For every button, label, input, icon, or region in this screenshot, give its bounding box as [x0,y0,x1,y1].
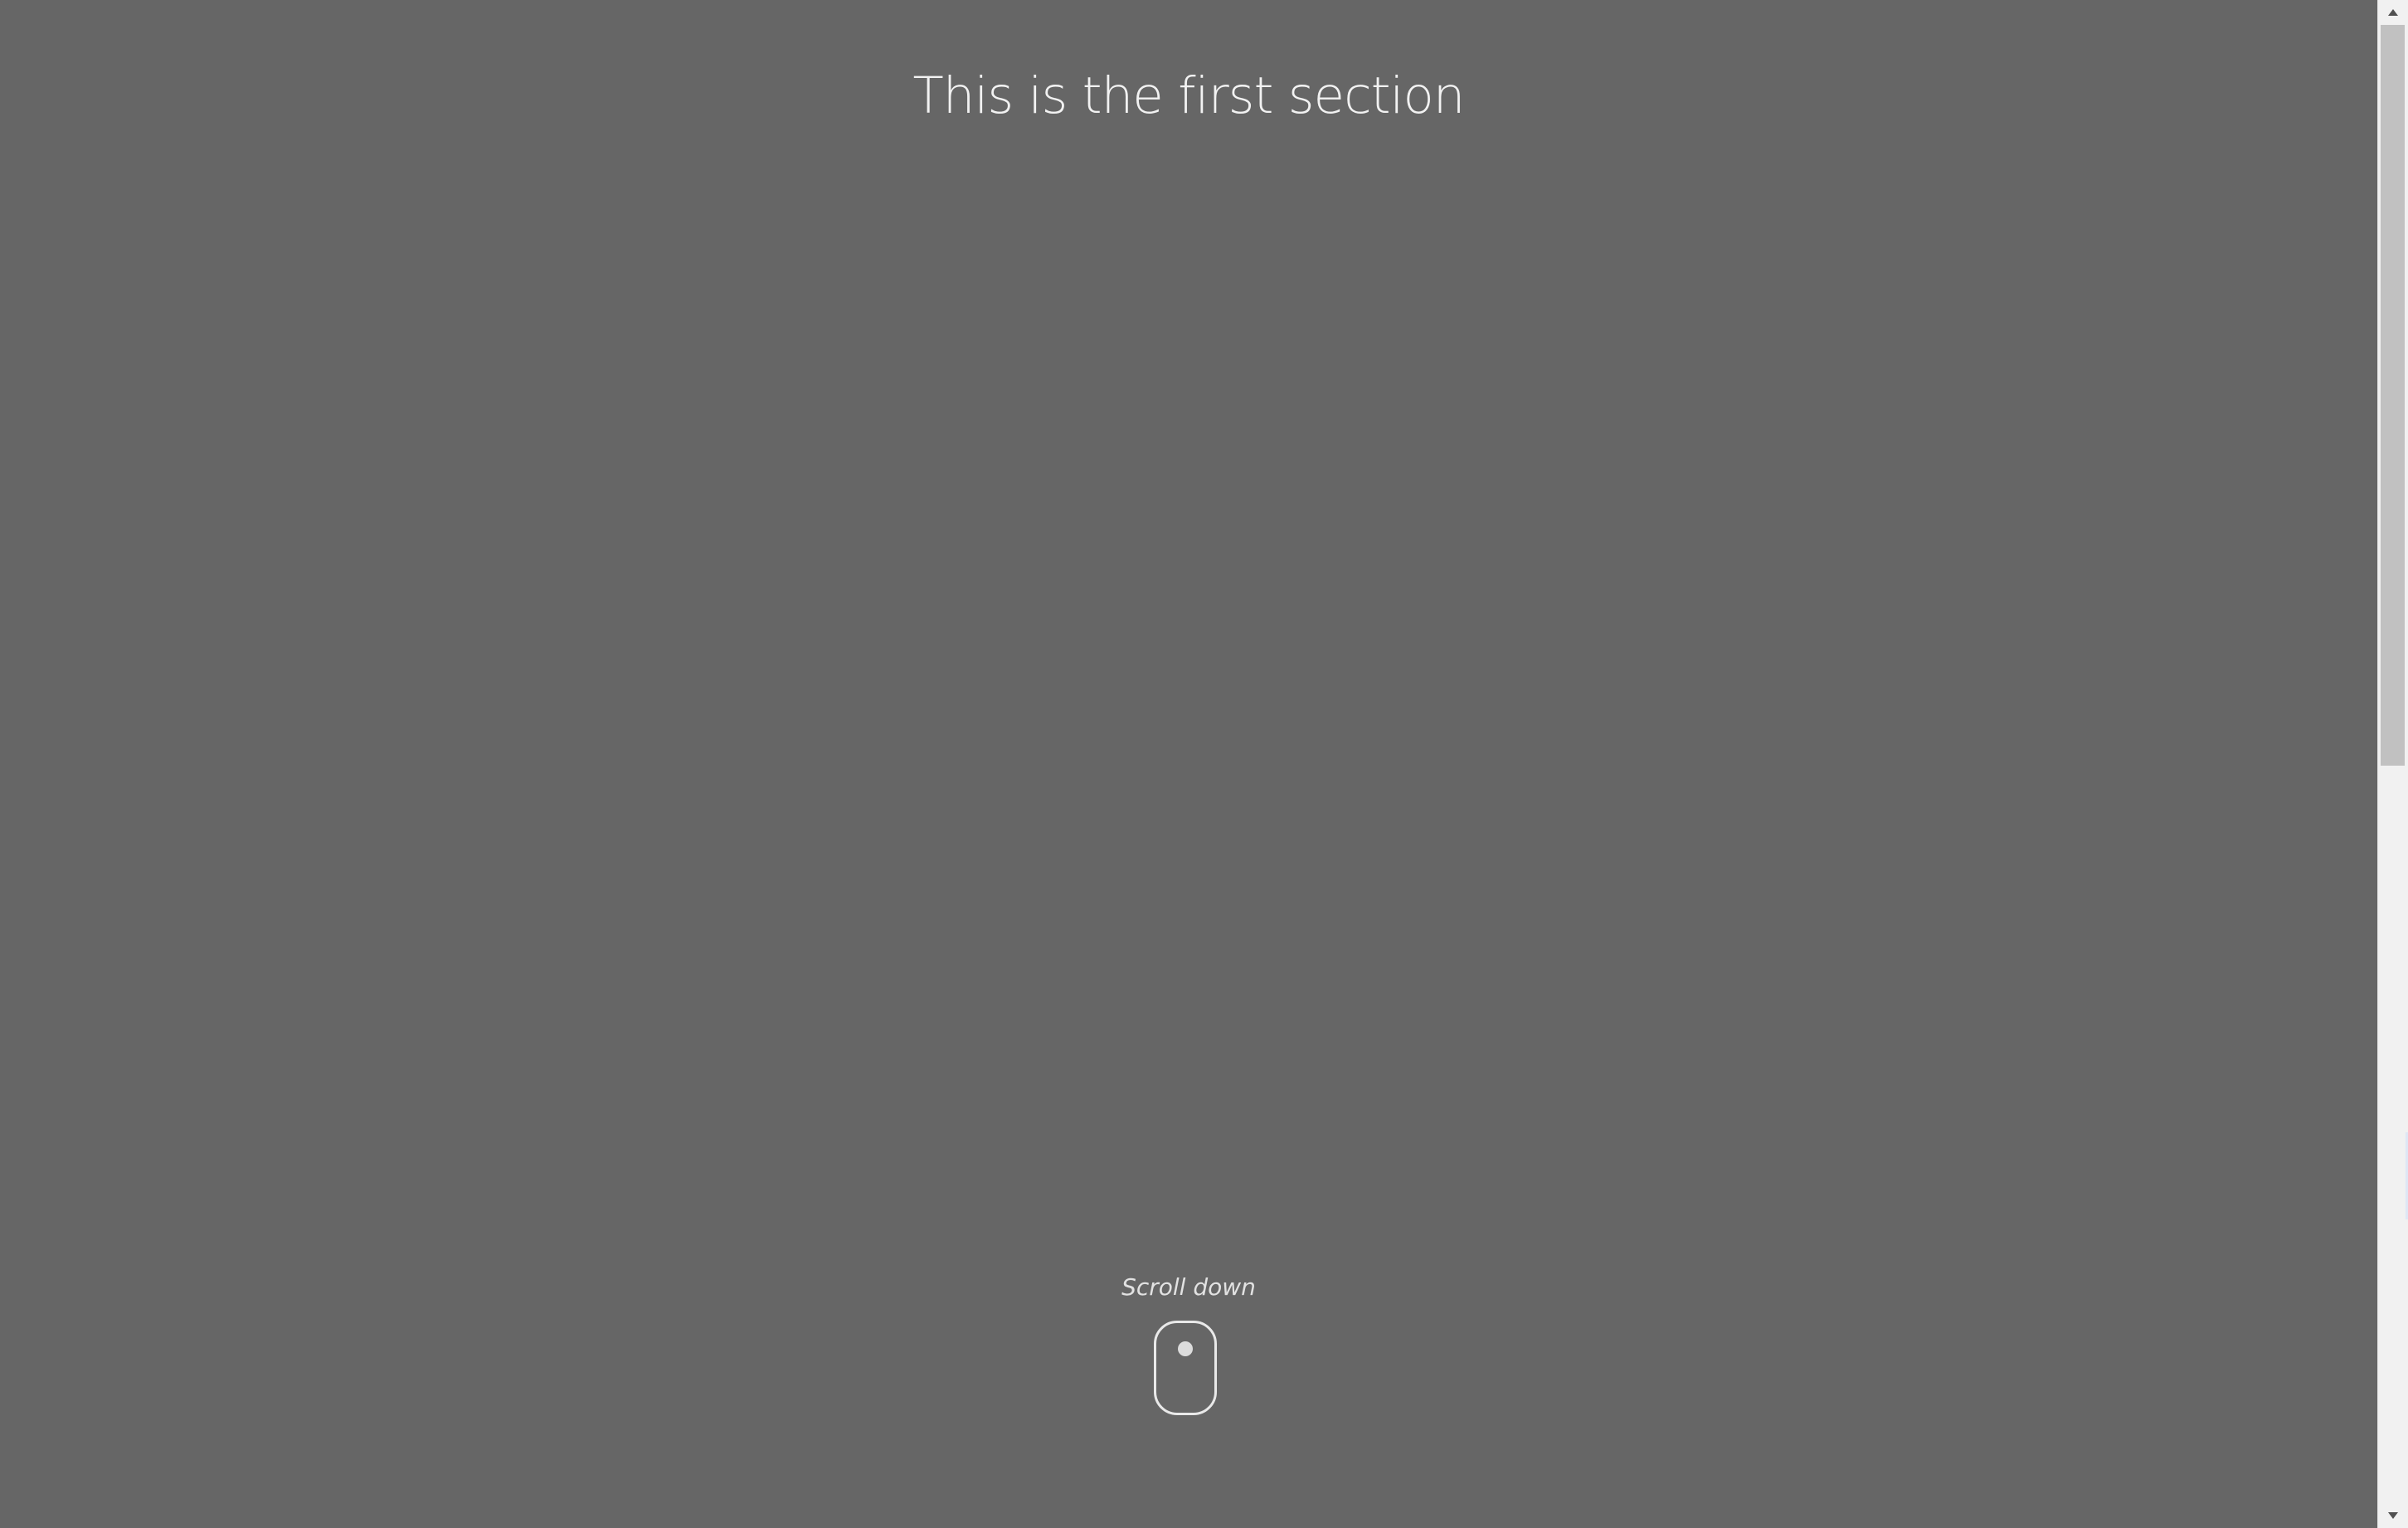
vertical-scrollbar[interactable] [2377,0,2408,1528]
section-title: This is the first section [912,66,1466,125]
page: This is the first section Scroll down [0,0,2408,1528]
mouse-scroll-icon[interactable] [1154,1321,1217,1415]
scroll-down-button[interactable] [2378,1503,2408,1528]
triangle-up-icon [2388,9,2398,16]
triangle-down-icon [2388,1512,2398,1519]
scroll-down-label: Scroll down [1121,1273,1256,1301]
scroll-up-button[interactable] [2378,0,2408,25]
first-section: This is the first section Scroll down [0,0,2377,1528]
mouse-wheel-dot [1178,1341,1193,1356]
scrollbar-thumb[interactable] [2381,25,2405,766]
